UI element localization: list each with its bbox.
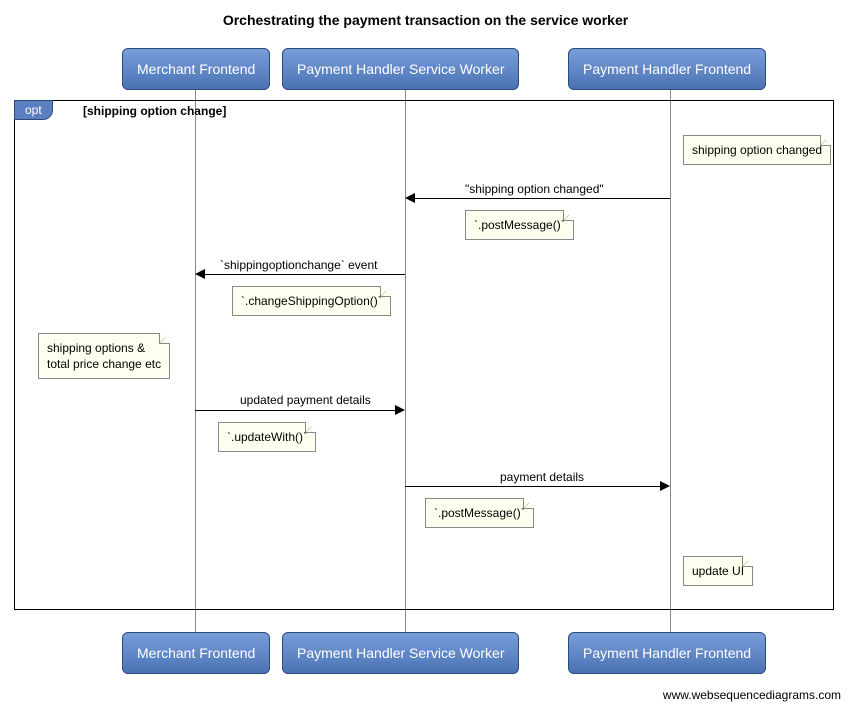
- note-postmessage-2: `.postMessage()`: [425, 498, 534, 528]
- participant-merchant-top: Merchant Frontend: [122, 48, 270, 90]
- note-changeshippingoption: `.changeShippingOption()`: [232, 286, 391, 316]
- opt-tag: opt: [14, 100, 53, 120]
- message-label-payment-details: payment details: [500, 470, 584, 484]
- arrow-shipping-option-changed: [415, 198, 670, 199]
- participant-handler-frontend-top: Payment Handler Frontend: [568, 48, 766, 90]
- message-label-shipping-option-changed: "shipping option changed": [465, 182, 604, 196]
- message-label-updated-payment-details: updated payment details: [240, 393, 371, 407]
- participant-merchant-bottom: Merchant Frontend: [122, 632, 270, 674]
- participant-handler-frontend-bottom: Payment Handler Frontend: [568, 632, 766, 674]
- note-shipping-option-changed: shipping option changed: [683, 135, 831, 165]
- arrow-head-shippingoptionchange-event: [195, 269, 205, 279]
- note-line1: shipping options &: [47, 341, 145, 355]
- arrow-head-payment-details: [660, 481, 670, 491]
- arrow-head-updated-payment-details: [395, 405, 405, 415]
- note-postmessage-1: `.postMessage()`: [465, 210, 574, 240]
- participant-service-worker-bottom: Payment Handler Service Worker: [282, 632, 519, 674]
- opt-guard: [shipping option change]: [83, 104, 226, 118]
- arrow-head-shipping-option-changed: [405, 193, 415, 203]
- attribution: www.websequencediagrams.com: [663, 688, 841, 702]
- arrow-payment-details: [405, 486, 660, 487]
- note-updatewith: `.updateWith()`: [218, 422, 316, 452]
- arrow-shippingoptionchange-event: [205, 274, 405, 275]
- note-shipping-options-detail: shipping options & total price change et…: [38, 333, 170, 379]
- note-update-ui: update UI: [683, 556, 753, 586]
- note-line2: total price change etc: [47, 357, 161, 371]
- participant-service-worker-top: Payment Handler Service Worker: [282, 48, 519, 90]
- diagram-title: Orchestrating the payment transaction on…: [0, 12, 851, 28]
- message-label-shippingoptionchange-event: `shippingoptionchange` event: [220, 258, 377, 272]
- arrow-updated-payment-details: [195, 410, 395, 411]
